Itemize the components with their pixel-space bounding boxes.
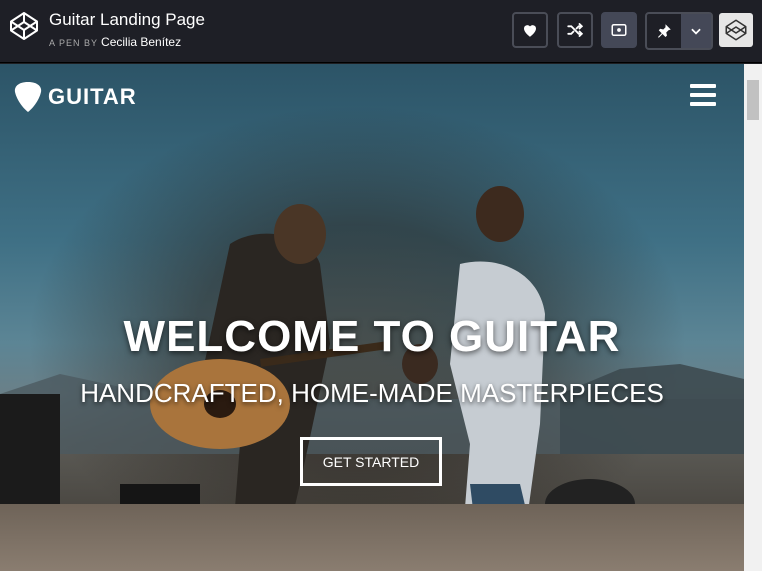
heart-icon — [524, 25, 536, 37]
pen-preview: GUITAR WELCOME TO GUITAR HANDCRAFTED, HO… — [0, 64, 744, 571]
pin-dropdown-button[interactable] — [681, 14, 711, 48]
view-icon — [611, 24, 627, 36]
codepen-header: Guitar Landing Page A PEN BY Cecilia Bení… — [0, 0, 762, 63]
preview-scrollbar[interactable] — [744, 64, 762, 571]
pen-title[interactable]: Guitar Landing Page — [49, 10, 205, 30]
hero-subtitle: HANDCRAFTED, HOME-MADE MASTERPIECES — [80, 378, 664, 408]
guitar-pick-icon — [14, 82, 42, 112]
codepen-logo-icon[interactable] — [8, 10, 40, 42]
codepen-avatar-icon — [725, 19, 747, 41]
pin-icon — [658, 24, 671, 38]
heart-button[interactable] — [512, 12, 548, 48]
pen-author[interactable]: Cecilia Benítez — [101, 35, 181, 49]
view-button[interactable] — [601, 12, 637, 48]
pen-byline: A PEN BY Cecilia Benítez — [49, 35, 181, 49]
user-avatar[interactable] — [719, 13, 753, 47]
brand-name: GUITAR — [48, 84, 137, 109]
hero-background-stage — [0, 504, 744, 571]
hero-title: WELCOME TO GUITAR — [123, 312, 621, 361]
byline-prefix: A PEN BY — [49, 38, 99, 48]
get-started-button[interactable]: GET STARTED — [300, 437, 442, 486]
hamburger-menu-icon[interactable] — [690, 84, 716, 106]
pin-button[interactable] — [647, 14, 681, 48]
site-brand[interactable]: GUITAR — [14, 81, 137, 113]
fork-button[interactable] — [557, 12, 593, 48]
fork-icon — [567, 23, 584, 37]
chevron-down-icon — [691, 28, 701, 35]
scrollbar-thumb[interactable] — [747, 80, 759, 120]
pin-menu[interactable] — [645, 12, 713, 50]
